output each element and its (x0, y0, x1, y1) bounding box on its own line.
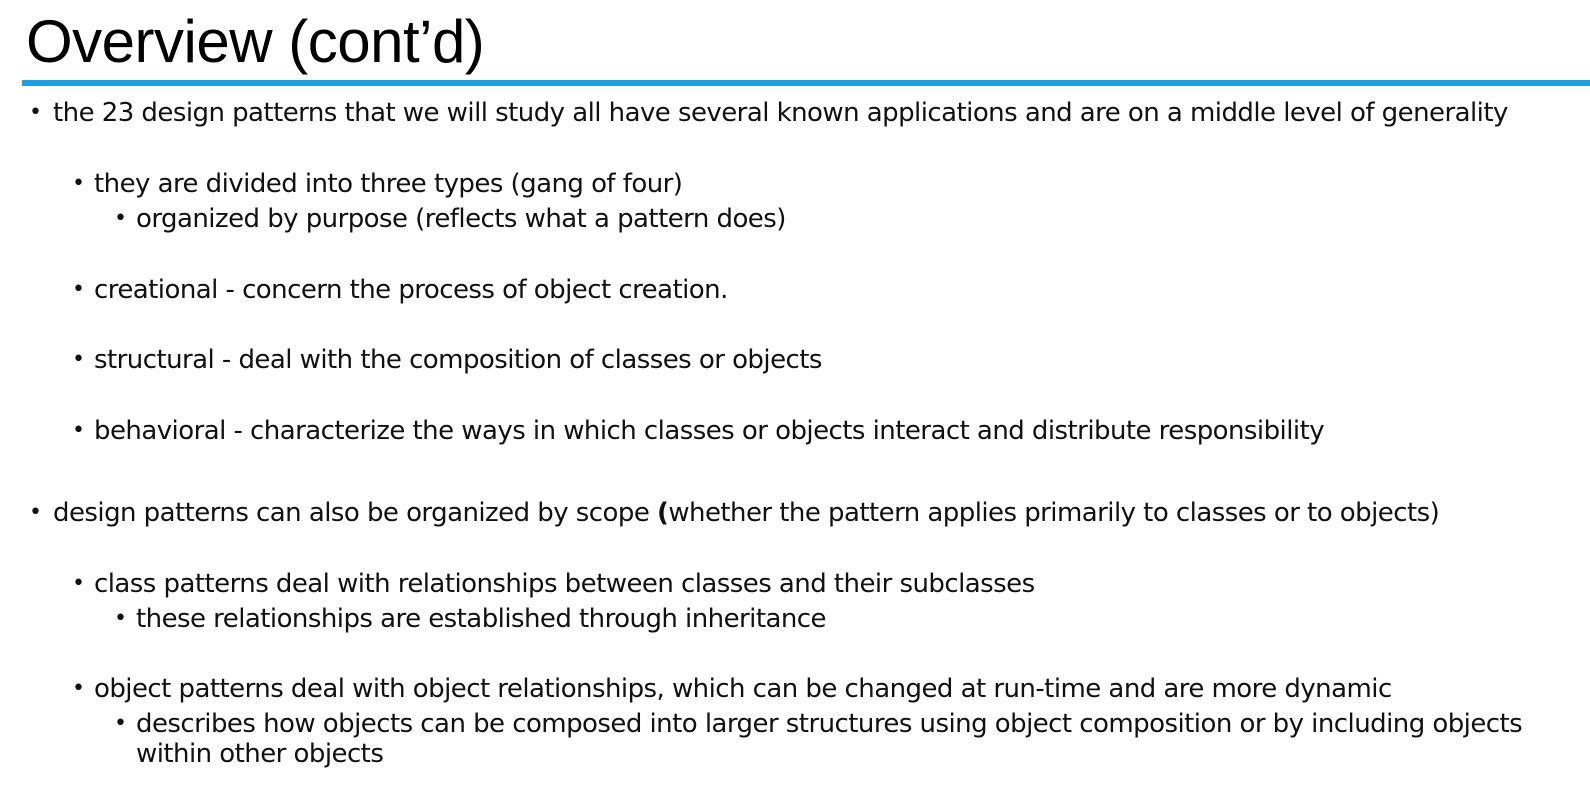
bullet-item-level-1: • the 23 design patterns that we will st… (29, 98, 1508, 128)
bullet-item-level-2: • they are divided into three types (gan… (72, 169, 683, 199)
bullet-text: object patterns deal with object relatio… (94, 674, 1392, 704)
bullet-text: organized by purpose (reflects what a pa… (136, 204, 786, 234)
bullet-item-level-3: • describes how objects can be composed … (114, 709, 1576, 769)
bullet-item-level-2: • structural - deal with the composition… (72, 345, 822, 375)
bullet-text-part: whether the pattern applies primarily to… (668, 498, 1440, 528)
bullet-text: structural - deal with the composition o… (94, 345, 822, 375)
bullet-dot-icon: • (72, 571, 85, 596)
bullet-dot-icon: • (29, 500, 42, 525)
bullet-text: they are divided into three types (gang … (94, 169, 683, 199)
bullet-dot-icon: • (114, 606, 127, 631)
bullet-text: behavioral - characterize the ways in wh… (94, 416, 1325, 446)
bullet-text: describes how objects can be composed in… (136, 709, 1523, 769)
bullet-text-bold-paren: ( (656, 498, 669, 528)
bullet-dot-icon: • (114, 206, 127, 231)
bullet-dot-icon: • (72, 277, 85, 302)
bullet-dot-icon: • (114, 711, 127, 736)
bullet-dot-icon: • (29, 100, 42, 125)
bullet-dot-icon: • (72, 676, 85, 701)
bullet-dot-icon: • (72, 171, 85, 196)
bullet-item-level-2: • class patterns deal with relationships… (72, 569, 1035, 599)
bullet-item-level-1: • design patterns can also be organized … (29, 498, 1440, 528)
bullet-item-level-2: • behavioral - characterize the ways in … (72, 416, 1325, 446)
bullet-text: class patterns deal with relationships b… (94, 569, 1035, 599)
bullet-item-level-3: • organized by purpose (reflects what a … (114, 204, 786, 234)
bullet-dot-icon: • (72, 418, 85, 443)
bullet-item-level-2: • creational - concern the process of ob… (72, 275, 728, 305)
bullet-text: the 23 design patterns that we will stud… (53, 98, 1508, 128)
title-underline (22, 80, 1590, 86)
bullet-item-level-3: • these relationships are established th… (114, 604, 827, 634)
slide-title: Overview (cont’d) (26, 8, 485, 75)
bullet-text: creational - concern the process of obje… (94, 275, 728, 305)
bullet-text: these relationships are established thro… (136, 604, 827, 634)
bullet-dot-icon: • (72, 347, 85, 372)
bullet-item-level-2: • object patterns deal with object relat… (72, 674, 1392, 704)
bullet-text-part: design patterns can also be organized by… (53, 498, 657, 528)
